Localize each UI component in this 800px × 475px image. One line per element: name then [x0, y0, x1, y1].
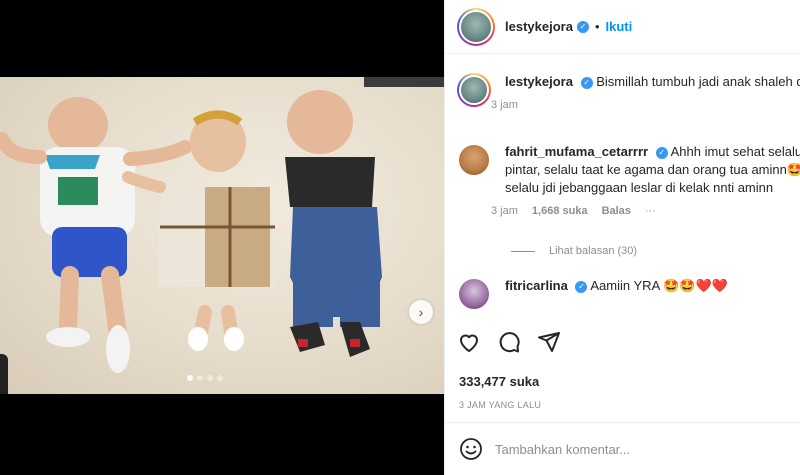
comment-input[interactable]	[495, 441, 775, 457]
author-username[interactable]: lestykejora	[505, 19, 573, 34]
carousel-dot	[187, 375, 193, 381]
avatar[interactable]	[457, 7, 495, 46]
avatar[interactable]	[457, 143, 491, 177]
comment-text: Bismillah tumbuh jadi anak shaleh dan sh…	[596, 74, 800, 89]
verified-badge-icon: ✓	[655, 146, 668, 159]
verified-badge-icon: ✓	[575, 280, 588, 293]
likes-count[interactable]: 333,477 suka	[459, 374, 539, 389]
comment-username[interactable]: fahrit_mufama_cetarrrr	[505, 144, 648, 159]
comment-icon[interactable]	[497, 330, 521, 354]
post-timestamp: 3 JAM YANG LALU	[459, 400, 542, 410]
comments-list: lestykejora ✓ Bismillah tumbuh jadi anak…	[445, 55, 800, 317]
post-media: ›	[0, 0, 444, 475]
carousel-dot	[207, 375, 213, 381]
separator: •	[594, 19, 600, 34]
post-header: lestykejora ✓ • Ikuti	[445, 0, 800, 54]
post-photo: ›	[0, 77, 444, 394]
divider	[511, 250, 535, 252]
comment-username[interactable]: fitricarlina	[505, 278, 568, 293]
comment-text: Aamiin YRA 🤩🤩❤️❤️	[590, 278, 728, 293]
carousel-dot	[197, 375, 203, 381]
view-replies[interactable]: Lihat balasan (30)	[511, 245, 637, 257]
comment: fitricarlina ✓ Aamiin YRA 🤩🤩❤️❤️	[457, 277, 800, 311]
comment-likes[interactable]: 1,668 suka	[532, 205, 588, 217]
reply-button[interactable]: Balas	[602, 205, 631, 217]
chevron-right-icon: ›	[418, 304, 424, 320]
more-options-icon[interactable]: ···	[645, 205, 656, 217]
follow-button[interactable]: Ikuti	[606, 19, 633, 34]
view-replies-label: Lihat balasan (30)	[549, 245, 638, 257]
heart-icon[interactable]	[457, 330, 481, 354]
comment-username[interactable]: lestykejora	[505, 74, 573, 89]
emoji-icon[interactable]	[459, 437, 483, 461]
carousel-dot	[217, 375, 223, 381]
caption: lestykejora ✓ Bismillah tumbuh jadi anak…	[457, 73, 800, 111]
avatar[interactable]	[457, 73, 491, 107]
avatar[interactable]	[457, 277, 491, 311]
comment-time[interactable]: 3 jam	[491, 205, 518, 217]
comment-time[interactable]: 3 jam	[491, 99, 518, 111]
verified-badge-icon: ✓	[580, 76, 593, 89]
carousel-dots	[187, 375, 223, 381]
comment-text: Ahhh imut sehat selalu ya	[670, 144, 800, 159]
post-sidebar: lestykejora ✓ • Ikuti lestykejora ✓ Bism…	[444, 0, 800, 475]
comment-text: pintar, selalu taat ke agama dan orang t…	[505, 162, 800, 177]
comment: fahrit_mufama_cetarrrr ✓ Ahhh imut sehat…	[457, 143, 800, 217]
next-image-button[interactable]: ›	[409, 300, 433, 324]
babies-illustration	[0, 90, 382, 373]
add-comment-bar	[445, 422, 800, 475]
verified-badge-icon: ✓	[576, 20, 589, 33]
share-icon[interactable]	[537, 330, 561, 354]
comment-text: selalu jdi jebanggaan leslar di kelak nn…	[505, 180, 774, 195]
action-bar	[457, 330, 561, 354]
